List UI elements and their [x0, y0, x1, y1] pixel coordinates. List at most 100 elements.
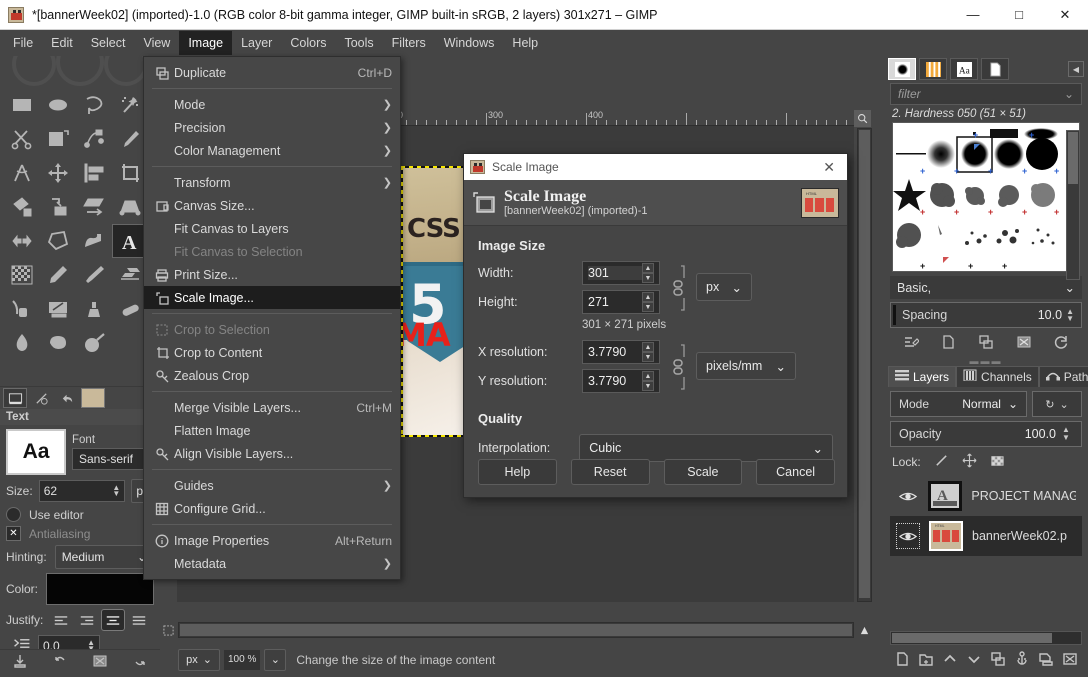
layer-thumbnail[interactable]: A [928, 481, 963, 511]
move-icon[interactable] [40, 156, 76, 190]
yres-input[interactable]: 3.7790 ▲ ▼ [582, 369, 660, 393]
justify-right-button[interactable] [75, 609, 99, 631]
menuitem-canvas-size[interactable]: Canvas Size... [144, 194, 400, 217]
lower-layer-icon[interactable] [966, 651, 982, 672]
opacity-spinner-icon[interactable]: ▲ ▼ [1059, 426, 1073, 442]
layer-scroll-thumb[interactable] [892, 633, 1052, 643]
interpolation-combo[interactable]: Cubic ⌄ [579, 434, 833, 462]
scale-button[interactable]: Scale [663, 459, 743, 485]
dodge-burn-icon[interactable] [76, 326, 112, 360]
text-color-swatch[interactable] [46, 573, 154, 605]
size-chain-link-icon[interactable] [670, 264, 686, 312]
menuitem-scale-image[interactable]: Scale Image... [144, 286, 400, 309]
edit-brush-icon[interactable] [903, 334, 920, 355]
menu-file[interactable]: File [4, 31, 42, 55]
smudge-icon[interactable] [40, 326, 76, 360]
duplicate-layer-icon[interactable] [990, 651, 1006, 672]
dialog-close-button[interactable]: ✕ [817, 159, 841, 176]
delete-options-icon[interactable] [92, 653, 108, 674]
resolution-unit-combo[interactable]: pixels/mm ⌄ [696, 352, 796, 380]
brush-grid[interactable]: + + + + + + + + + + + + + + + [892, 122, 1080, 272]
layer-thumbnail[interactable]: HTML [929, 521, 963, 551]
tab-patterns[interactable] [919, 58, 947, 80]
justify-fill-button[interactable] [127, 609, 151, 631]
rotate-icon[interactable] [4, 190, 40, 224]
menuitem-print-size[interactable]: Print Size... [144, 263, 400, 286]
clone-icon[interactable] [76, 292, 112, 326]
menuitem-metadata[interactable]: Metadata ❯ [144, 552, 400, 575]
brush-filter-input[interactable]: filter ⌄ [890, 83, 1082, 105]
antialiasing-checkbox[interactable]: ✕ [6, 526, 21, 541]
layer-row[interactable]: A PROJECT MANAG [890, 476, 1082, 516]
reset-options-icon[interactable] [132, 653, 148, 674]
duplicate-brush-icon[interactable] [978, 334, 994, 355]
brush-grid-scrollbar[interactable] [1066, 130, 1080, 280]
size-input[interactable]: 62 ▲ ▼ [38, 480, 126, 502]
tab-layers[interactable]: Layers [888, 365, 957, 387]
chevron-down-icon[interactable]: ⌄ [1064, 87, 1074, 101]
blur-icon[interactable] [4, 326, 40, 360]
layer-row[interactable]: HTML bannerWeek02.p [890, 516, 1082, 556]
use-editor-row[interactable]: Use editor [0, 505, 160, 524]
help-button[interactable]: Help [478, 459, 557, 485]
lock-pixels-icon[interactable] [934, 453, 949, 471]
cancel-button[interactable]: Cancel [756, 459, 835, 485]
layer-list-scrollbar[interactable] [890, 631, 1082, 645]
menuitem-merge-visible-layers[interactable]: Merge Visible Layers... Ctrl+M [144, 396, 400, 419]
canvas-hscroll-thumb[interactable] [180, 624, 852, 636]
use-editor-checkbox[interactable] [6, 507, 21, 522]
brush-tag-combo[interactable]: Basic, ⌄ [890, 276, 1082, 299]
maximize-button[interactable]: □ [996, 0, 1042, 30]
xres-input[interactable]: 3.7790 ▲ ▼ [582, 340, 660, 364]
cage-transform-icon[interactable] [40, 224, 76, 258]
pencil-icon[interactable] [40, 258, 76, 292]
canvas-vertical-scrollbar[interactable] [857, 128, 872, 602]
restore-options-icon[interactable] [52, 653, 68, 674]
tab-channels[interactable]: Channels [956, 365, 1039, 387]
zoom-level-input[interactable]: 100 % [224, 649, 261, 670]
delete-layer-icon[interactable] [1062, 651, 1078, 672]
menu-view[interactable]: View [134, 31, 179, 55]
new-layer-icon[interactable] [894, 651, 910, 672]
height-spinner-icon[interactable]: ▲ ▼ [642, 292, 654, 312]
new-layer-group-icon[interactable] [918, 651, 934, 672]
lock-alpha-icon[interactable] [990, 453, 1005, 471]
menuitem-image-properties[interactable]: Image Properties Alt+Return [144, 529, 400, 552]
menuitem-crop-to-content[interactable]: Crop to Content [144, 341, 400, 364]
align-icon[interactable] [76, 156, 112, 190]
flip-icon[interactable] [4, 224, 40, 258]
menu-filters[interactable]: Filters [383, 31, 435, 55]
rectangle-select-icon[interactable] [4, 88, 40, 122]
size-unit-combo[interactable]: px ⌄ [696, 273, 752, 301]
menuitem-color-management[interactable]: Color Management ❯ [144, 139, 400, 162]
yres-spinner-icon[interactable]: ▲ ▼ [642, 371, 654, 391]
delete-brush-icon[interactable] [1016, 334, 1032, 355]
antialiasing-row[interactable]: ✕ Antialiasing [0, 524, 160, 543]
layer-mode-combo[interactable]: Mode Normal ⌄ [890, 391, 1027, 417]
minimize-button[interactable]: — [950, 0, 996, 30]
brush-spacing-slider[interactable]: Spacing 10.0 ▲ ▼ [890, 302, 1082, 328]
menuitem-mode[interactable]: Mode ❯ [144, 93, 400, 116]
size-spinner-icon[interactable]: ▲ ▼ [112, 484, 120, 498]
zoom-level-dropdown[interactable]: ⌄ [264, 648, 287, 671]
paintbrush-icon[interactable] [76, 258, 112, 292]
warp-transform-icon[interactable] [76, 224, 112, 258]
menuitem-configure-grid[interactable]: Configure Grid... [144, 497, 400, 520]
justify-center-button[interactable] [101, 609, 126, 631]
statusbar-unit-combo[interactable]: px ⌄ [178, 648, 220, 671]
width-input[interactable]: 301 ▲ ▼ [582, 261, 660, 285]
layer-visibility-icon[interactable] [896, 490, 919, 503]
raise-layer-icon[interactable] [942, 651, 958, 672]
menuitem-align-visible-layers[interactable]: Align Visible Layers... [144, 442, 400, 465]
layer-visibility-icon[interactable] [896, 523, 920, 549]
ellipse-select-icon[interactable] [40, 88, 76, 122]
free-select-icon[interactable] [76, 88, 112, 122]
menuitem-guides[interactable]: Guides ❯ [144, 474, 400, 497]
new-brush-icon[interactable] [940, 334, 956, 355]
tab-device-status[interactable] [29, 388, 53, 408]
quickmask-toggle-icon[interactable] [160, 622, 176, 638]
menuitem-precision[interactable]: Precision ❯ [144, 116, 400, 139]
layer-opacity-slider[interactable]: Opacity 100.0 ▲ ▼ [890, 421, 1082, 447]
brush-scroll-thumb[interactable] [1068, 132, 1078, 184]
menuitem-transform[interactable]: Transform ❯ [144, 171, 400, 194]
